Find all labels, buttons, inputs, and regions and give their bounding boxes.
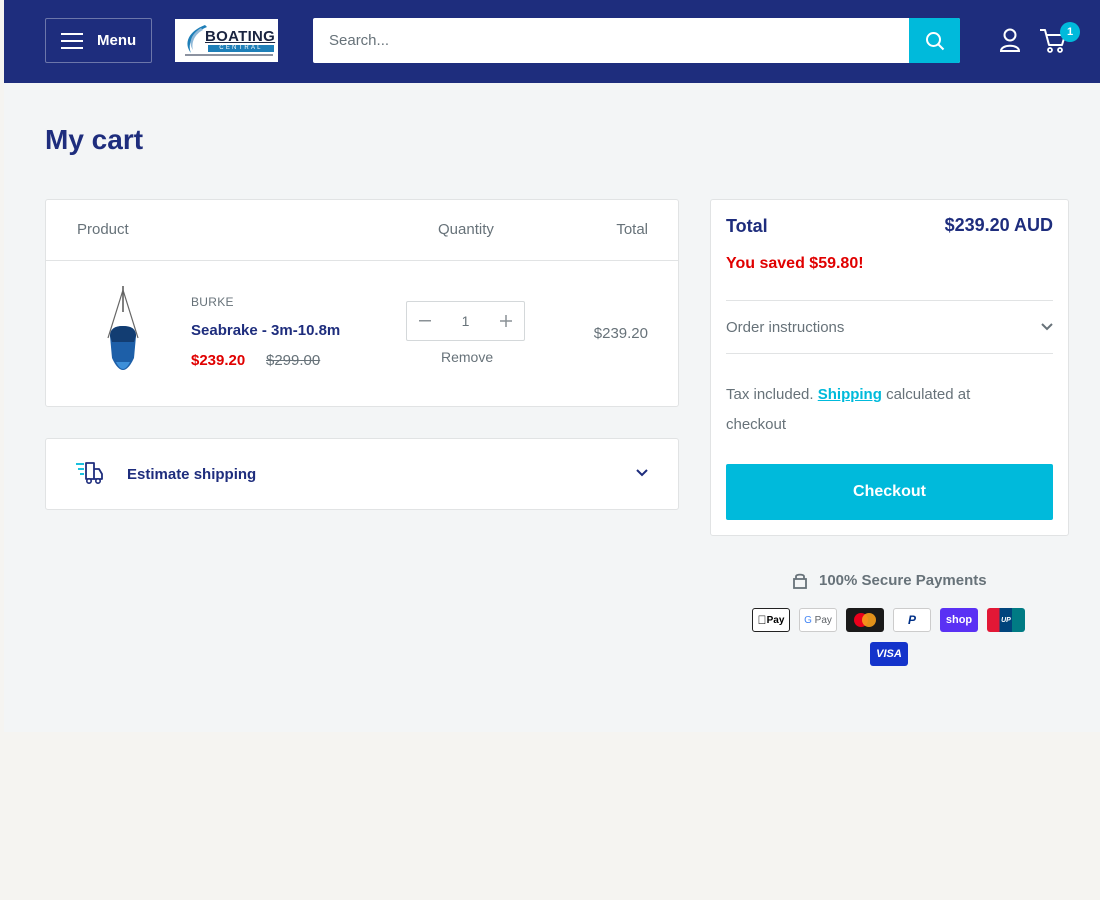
tax-note-prefix: Tax included. [726, 386, 814, 403]
cart-count-badge: 1 [1060, 22, 1080, 42]
chevron-down-icon [1041, 323, 1053, 331]
chevron-down-icon [636, 469, 648, 477]
header-product: Product [77, 221, 129, 238]
site-header: Menu BOATING CENTRAL Search... 1 [4, 0, 1100, 83]
page: Menu BOATING CENTRAL Search... 1 My cart… [4, 0, 1100, 732]
tax-note: Tax included. Shipping calculated at che… [726, 380, 1026, 440]
shop-pay-icon: shop [940, 608, 978, 632]
account-button[interactable] [999, 28, 1021, 57]
search-button[interactable] [909, 18, 960, 63]
hamburger-icon [61, 32, 83, 49]
page-title: My cart [45, 124, 144, 155]
paypal-icon: P [893, 608, 931, 632]
menu-label: Menu [97, 32, 137, 49]
line-total: $239.20 [593, 325, 648, 342]
lock-icon [793, 573, 807, 589]
delivery-truck-icon [76, 462, 103, 484]
shipping-policy-link[interactable]: Shipping [818, 386, 882, 403]
user-icon [999, 28, 1021, 52]
search-bar [313, 18, 960, 63]
product-image[interactable] [98, 286, 148, 382]
product-brand: BURKE [191, 295, 234, 309]
search-input[interactable] [313, 18, 908, 63]
search-icon [925, 31, 944, 50]
quantity-stepper: 1 [406, 301, 525, 341]
cart-table: Product Quantity Total BURKE Seabrake - … [45, 199, 679, 407]
secure-payments: 100% Secure Payments [793, 572, 987, 589]
order-instructions-toggle[interactable]: Order instructions [726, 301, 1053, 353]
site-logo[interactable]: BOATING CENTRAL [175, 19, 278, 62]
secure-payments-label: 100% Secure Payments [819, 572, 987, 589]
table-divider [46, 260, 678, 261]
summary-total-value: $239.20 AUD [944, 215, 1053, 235]
mastercard-icon [846, 608, 884, 632]
product-title-link[interactable]: Seabrake - 3m-10.8m [191, 322, 340, 339]
remove-item-link[interactable]: Remove [441, 349, 493, 365]
google-pay-icon: G Pay [799, 608, 837, 632]
product-compare-price: $299.00 [266, 352, 321, 369]
order-summary: Total $239.20 AUD You saved $59.80! Orde… [710, 199, 1069, 536]
checkout-button[interactable]: Checkout [726, 464, 1053, 520]
menu-button[interactable]: Menu [45, 18, 152, 63]
quantity-decrease-button[interactable] [407, 302, 443, 340]
visa-icon: VISA [870, 642, 908, 666]
minus-icon [419, 320, 431, 322]
summary-divider [726, 353, 1053, 354]
apple-pay-icon: Pay [752, 608, 790, 632]
estimate-shipping-toggle[interactable]: Estimate shipping [45, 438, 679, 510]
unionpay-icon: UP [987, 608, 1025, 632]
estimate-shipping-label: Estimate shipping [127, 466, 257, 483]
quantity-increase-button[interactable] [488, 302, 524, 340]
logo-text: BOATING [205, 28, 276, 45]
logo-subtext: CENTRAL [208, 45, 274, 52]
product-sale-price: $239.20 [191, 352, 246, 369]
header-quantity: Quantity [438, 221, 494, 238]
savings-message: You saved $59.80! [726, 255, 864, 272]
quantity-input[interactable]: 1 [443, 302, 488, 340]
summary-total-label: Total [726, 216, 768, 236]
order-instructions-label: Order instructions [726, 319, 845, 336]
plus-icon [500, 315, 512, 327]
header-total: Total [616, 221, 648, 238]
